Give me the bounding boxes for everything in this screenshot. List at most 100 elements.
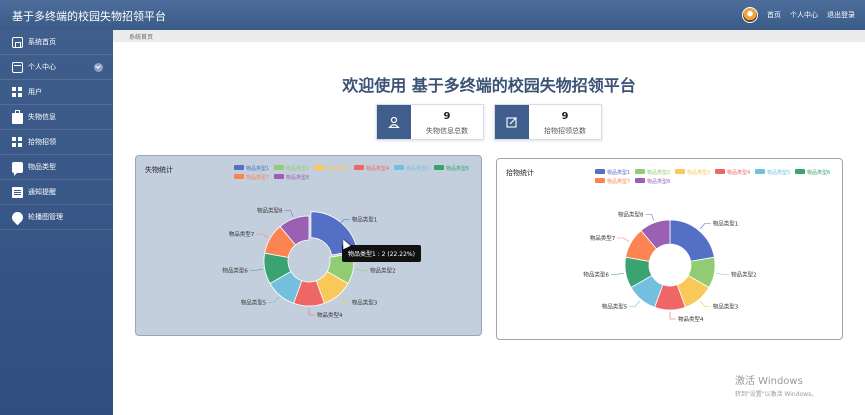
legend-swatch <box>635 169 645 174</box>
slice-label-line <box>308 308 315 316</box>
legend-item[interactable]: 物品类型2 <box>274 165 309 172</box>
activation-title: 激活 Windows <box>735 376 803 387</box>
sidebar-item-carousel[interactable]: 轮播图管理 <box>0 205 113 230</box>
breadcrumb[interactable]: 系统首页 <box>129 32 153 41</box>
grid-icon <box>12 86 23 98</box>
found-chart-panel: 拾物统计 物品类型1 物品类型2 物品类型3 物品类型4 物品类型5 物品类型6 物品类型7… <box>496 158 843 340</box>
bag-icon <box>12 110 23 124</box>
home-link[interactable]: 首页 <box>767 10 781 20</box>
breadcrumb-bar: 系统首页 <box>113 30 865 42</box>
legend-item[interactable]: 物品类型4 <box>715 169 750 176</box>
sidebar-item-home[interactable]: 系统首页 <box>0 30 113 55</box>
legend-swatch <box>274 174 284 179</box>
sidebar-item-label: 通知提醒 <box>28 188 56 196</box>
legend-swatch <box>314 165 324 170</box>
legend-item[interactable]: 物品类型7 <box>595 178 630 185</box>
slice-label-line <box>629 300 641 307</box>
legend-swatch <box>595 169 605 174</box>
logout-link[interactable]: 退出登录 <box>827 10 855 20</box>
slice-label-line <box>610 272 624 275</box>
legend-item[interactable]: 物品类型3 <box>675 169 710 176</box>
legend-item[interactable]: 物品类型5 <box>394 165 429 172</box>
sidebar-item-lost-items[interactable]: 失物信息 <box>0 105 113 130</box>
legend-label: 物品类型2 <box>647 169 670 176</box>
lost-count-card: 9 失物信息总数 <box>376 104 484 140</box>
slice-label: 物品类型7 <box>229 230 255 238</box>
legend-item[interactable]: 物品类型1 <box>595 169 630 176</box>
legend-label: 物品类型1 <box>607 169 630 176</box>
clipboard-icon <box>12 186 23 198</box>
slice-label: 物品类型8 <box>257 206 283 214</box>
found-count-card: 9 拾物招领总数 <box>494 104 602 140</box>
sidebar-item-label: 轮播图管理 <box>28 213 63 221</box>
lost-count-value: 9 <box>443 111 451 122</box>
legend-item[interactable]: 物品类型2 <box>635 169 670 176</box>
legend-swatch <box>354 165 364 170</box>
slice-label: 物品类型8 <box>618 210 644 218</box>
slice-label-line <box>617 237 630 242</box>
legend-item[interactable]: 物品类型6 <box>434 165 469 172</box>
activation-subtitle: 转到"设置"以激活 Windows。 <box>735 391 818 398</box>
legend-swatch <box>234 165 244 170</box>
pin-icon <box>9 209 26 225</box>
sidebar-item-label: 拾物招领 <box>28 138 56 146</box>
sidebar-item-users[interactable]: 用户 <box>0 80 113 105</box>
legend-label: 物品类型4 <box>727 169 750 176</box>
legend-label: 物品类型6 <box>807 169 830 176</box>
legend-label: 物品类型2 <box>286 165 309 172</box>
card-icon <box>12 61 23 73</box>
slice-label-line <box>669 312 676 320</box>
slice-label-line <box>699 223 711 230</box>
avatar[interactable] <box>742 7 758 23</box>
slice-label: 物品类型1 <box>352 216 378 224</box>
legend-swatch <box>234 174 244 179</box>
slice-label-line <box>338 296 350 303</box>
slice-label: 物品类型6 <box>222 266 248 274</box>
sidebar-item-label: 个人中心 <box>28 63 56 71</box>
app-title: 基于多终端的校园失物招领平台 <box>12 10 166 23</box>
sidebar-item-label: 失物信息 <box>28 113 56 121</box>
sidebar-item-label: 系统首页 <box>28 38 56 46</box>
slice-label-line <box>645 213 655 221</box>
slice-label-line <box>699 300 711 307</box>
legend-swatch <box>434 165 444 170</box>
legend-item[interactable]: 物品类型1 <box>234 165 269 172</box>
slice-label: 物品类型1 <box>713 220 739 228</box>
legend-swatch <box>675 169 685 174</box>
slice-label: 物品类型4 <box>317 311 343 319</box>
pie-slice[interactable] <box>669 219 715 262</box>
found-count-label: 拾物招领总数 <box>544 127 586 135</box>
legend-label: 物品类型1 <box>246 165 269 172</box>
found-pie-chart: 物品类型1 物品类型2 物品类型3 物品类型4 物品类型5 物品类型6 物品类型7 物品类型8… <box>583 169 830 323</box>
sidebar-item-label: 用户 <box>28 88 42 96</box>
legend-item[interactable]: 物品类型7 <box>234 174 269 181</box>
legend-item[interactable]: 物品类型6 <box>795 169 830 176</box>
slice-label: 物品类型7 <box>590 234 616 242</box>
profile-link[interactable]: 个人中心 <box>790 10 818 20</box>
slice-label-line <box>256 233 269 238</box>
legend-swatch <box>755 169 765 174</box>
legend-item[interactable]: 物品类型8 <box>635 178 670 185</box>
legend-label: 物品类型3 <box>687 169 710 176</box>
legend-item[interactable]: 物品类型5 <box>755 169 790 176</box>
lost-chart-panel: 失物统计 物品类型1 物品类型2 物品类型3 物品类型4 物品类型5 物品类型6 物品类型7… <box>135 155 482 336</box>
sidebar-item-item-types[interactable]: 物品类型 <box>0 155 113 180</box>
sidebar-item-notifications[interactable]: 通知提醒 <box>0 180 113 205</box>
legend-item[interactable]: 物品类型8 <box>274 174 309 181</box>
top-nav: 首页 个人中心 退出登录 <box>742 0 855 30</box>
legend-label: 物品类型5 <box>406 165 429 172</box>
slice-label-line <box>249 268 263 271</box>
legend-label: 物品类型5 <box>767 169 790 176</box>
windows-activation-watermark: 激活 Windows 转到"设置"以激活 Windows。 <box>735 372 817 398</box>
legend-item[interactable]: 物品类型4 <box>354 165 389 172</box>
sidebar-item-profile[interactable]: 个人中心 <box>0 55 113 80</box>
sidebar-item-found-items[interactable]: 拾物招领 <box>0 130 113 155</box>
slice-label-line <box>716 272 730 275</box>
legend-item[interactable]: 物品类型3 <box>314 165 349 172</box>
chevron-down-icon[interactable] <box>94 63 103 72</box>
found-count-value: 9 <box>561 111 569 122</box>
slice-label: 物品类型3 <box>713 302 739 310</box>
lost-pie-chart: 物品类型1 物品类型2 物品类型3 物品类型4 物品类型5 物品类型6 物品类型7 物品类型8… <box>222 165 469 319</box>
home-icon <box>12 36 23 48</box>
chat-icon <box>12 161 23 176</box>
